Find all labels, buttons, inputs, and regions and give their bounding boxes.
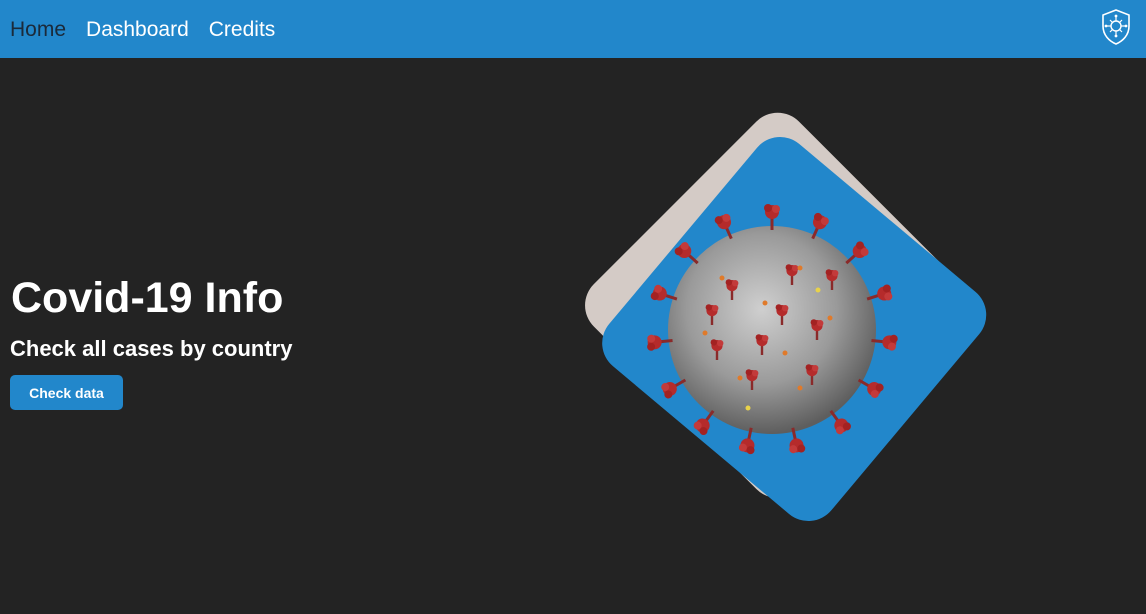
hero-section: Covid-19 Info Check all cases by country… — [0, 58, 1146, 614]
coronavirus-illustration — [585, 112, 987, 522]
nav-link-credits[interactable]: Credits — [209, 19, 276, 40]
navbar: Home Dashboard Credits — [0, 0, 1146, 58]
nav-link-dashboard[interactable]: Dashboard — [86, 19, 189, 40]
page-title: Covid-19 Info — [11, 274, 284, 322]
check-data-button[interactable]: Check data — [10, 375, 123, 410]
nav-link-home[interactable]: Home — [10, 19, 66, 40]
virus-shield-icon[interactable] — [1100, 8, 1132, 46]
page-subtitle: Check all cases by country — [10, 336, 293, 361]
